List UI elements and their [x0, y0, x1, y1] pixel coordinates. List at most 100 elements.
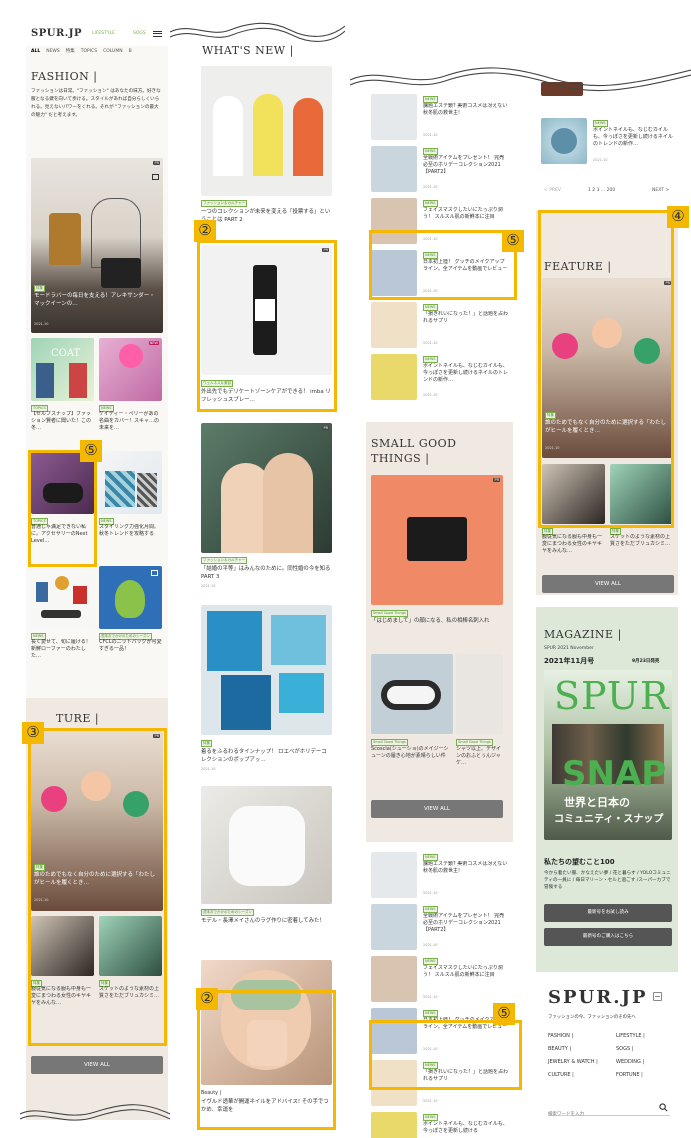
news-image-1[interactable] — [201, 66, 332, 196]
news-image-5[interactable] — [201, 786, 332, 904]
beauty-top-item-title[interactable]: 「損きれいになった！」と話題を占われるサプリ — [423, 311, 509, 340]
footer-link-fortune[interactable]: FORTUNE | — [616, 1072, 643, 1078]
footer-search — [548, 1100, 670, 1122]
footer-link-beauty[interactable]: BEAUTY | — [548, 1046, 571, 1052]
news-image-6[interactable] — [201, 960, 332, 1085]
sg-image-2[interactable] — [371, 654, 453, 734]
feature-card-image-1[interactable] — [542, 464, 605, 524]
sg-image-3[interactable] — [456, 654, 503, 734]
beauty-bottom-item-title[interactable]: ポイントネイルも、なじむカイルも、今っぽさを更新し続ける — [423, 1121, 509, 1138]
news-title-1[interactable]: 一つのコレクションが未来を変える「投票する」ということは PART 2 — [201, 208, 332, 226]
feature-card-image-2[interactable] — [99, 916, 162, 976]
nav-sogs[interactable]: SOGS — [133, 31, 146, 36]
sg-view-all-button[interactable]: VIEW ALL — [371, 800, 503, 818]
beauty-bottom-item-title[interactable]: 全戦術アイテムをプレゼント！ 完売必至のホリデーコレクション2021 【PART… — [423, 913, 509, 942]
feature-card-image-2[interactable] — [610, 464, 673, 524]
news-image-4[interactable] — [201, 605, 332, 735]
news-image-2[interactable]: PR — [201, 245, 332, 375]
news-title-6[interactable]: イヴルド透華が開運ネイルをアドバイス! その手でつかめ、幸運を — [201, 1098, 332, 1116]
beauty-top-item-thumb[interactable] — [371, 250, 417, 296]
tab-topics[interactable]: TOPICS — [81, 49, 97, 54]
tab-all[interactable]: ALL — [31, 49, 40, 54]
pager-pages[interactable]: 1 2 3 ... 200 — [588, 188, 615, 193]
beauty-top-item-title[interactable]: フェイスマスクしたいにたっぷり潤う！ スルスル肌の新鮮本に注目 — [423, 207, 509, 236]
sg-title-3[interactable]: シャツ以上、デザインのおふとぅんジャケ… — [456, 746, 503, 773]
beauty-top-item-title[interactable]: 全戦術アイテムをプレゼント！ 完売必至のホリデーコレクション2021 【PART… — [423, 155, 509, 184]
feature-card-title-2[interactable]: スケットのような素材の上質さをただブリュカシミ… — [99, 986, 162, 1013]
beauty-bottom-item-title[interactable]: 「損きれいになった！」と話題を占われるサプリ — [423, 1069, 509, 1098]
beauty-top-item-thumb[interactable] — [371, 302, 417, 348]
feature-card-title-1[interactable]: 服従気になる服も中身も一変にまつわる女性のキヤキヤをみんな… — [542, 534, 605, 561]
menu-icon[interactable] — [153, 31, 162, 37]
top-item-title[interactable]: ポイントネイルも、なじむカイルも、今っぽさを更新し続けるネイルのトレンドの新作… — [593, 127, 675, 157]
feature-caption[interactable]: 誰のためでもなく自分のために選択する「わたしがヒールを履くとき… — [34, 871, 158, 887]
footer-logo[interactable]: SPUR.JP — [548, 987, 648, 1008]
footer-search-input[interactable] — [548, 1107, 648, 1122]
beauty-bottom-item-title[interactable]: 課題エステ鎖? 美術コスメは冴えない秋冬肌の救世主! — [423, 861, 509, 890]
footer-link-jewelry[interactable]: JEWELRY & WATCH | — [548, 1059, 598, 1065]
beauty-top-item-title[interactable]: 課題エステ鎖? 美術コスメは冴えない秋冬肌の救世主! — [423, 103, 509, 132]
footer-link-sogs[interactable]: SOGS | — [616, 1046, 633, 1052]
card-image-1[interactable]: COAT — [31, 338, 94, 401]
card-image-4[interactable] — [99, 451, 162, 514]
tab-column[interactable]: COLUMN — [103, 49, 123, 54]
nav-lifestyle[interactable]: LIFESTYLE — [92, 31, 115, 36]
card-title-5[interactable]: 長く愛せて、旬に履ける！ 新鮮ローファーのわたした… — [31, 639, 94, 666]
footer-link-fashion[interactable]: FASHION | — [548, 1033, 573, 1039]
card-image-6[interactable] — [99, 566, 162, 629]
sg-image-1[interactable]: PR — [371, 475, 503, 605]
hero-title[interactable]: モードラバーの毎日を支える！アレキサンダー・マックイーンの… — [34, 292, 158, 308]
footer-link-culture[interactable]: CULTURE | — [548, 1072, 574, 1078]
beauty-bottom-item-thumb[interactable] — [371, 852, 417, 898]
footer-link-wedding[interactable]: WEDDING | — [616, 1059, 644, 1065]
card-image-2[interactable]: NEW — [99, 338, 162, 401]
view-all-button[interactable]: VIEW ALL — [31, 1056, 163, 1074]
pager-prev[interactable]: < PREV — [544, 188, 561, 193]
cart-icon[interactable] — [151, 570, 158, 576]
news-title-2[interactable]: 外出先でもデリケートゾーンケアができる！ imba リフレッシュスプレー… — [201, 388, 332, 406]
beauty-top-item-thumb[interactable] — [371, 146, 417, 192]
news-image-3[interactable]: PR — [201, 423, 332, 553]
tab-news[interactable]: NEWS — [46, 49, 60, 54]
beauty-top-item-thumb[interactable] — [371, 94, 417, 140]
site-logo[interactable]: SPUR.JP — [31, 28, 82, 39]
beauty-bottom-item-thumb[interactable] — [371, 1060, 417, 1106]
beauty-top-item-thumb[interactable] — [371, 354, 417, 400]
news-title-3[interactable]: 「結婚の平等」はみんなのために。同性婚の今を知る PART 3 — [201, 565, 332, 583]
tab-feature[interactable]: 特集 — [66, 49, 75, 54]
card-title-6[interactable]: CFCLのニットバッグが可愛すぎる一品！ — [99, 639, 162, 666]
beauty-bottom-item-thumb[interactable] — [371, 1112, 417, 1138]
card-title-1[interactable]: 【セルフスナップ】ファッション賢者に聞いた！この冬… — [31, 411, 94, 438]
card-title-3[interactable]: 普通じゃ満足できない私に。アクセサリーのNext Level… — [31, 524, 94, 551]
beauty-bottom-item-title[interactable]: フェイスマスクしたいにたっぷり潤う！ スルスル肌の新鮮本に注目 — [423, 965, 509, 994]
beauty-bottom-item-thumb[interactable] — [371, 956, 417, 1002]
feature-card-title-1[interactable]: 服従気になる服も中身も一変にまつわる女性のキヤキヤをみんな… — [31, 986, 94, 1013]
beauty-bottom-item-thumb[interactable] — [371, 1008, 417, 1054]
card-title-4[interactable]: スタイリング力強化月間。秋冬トレンドを攻略する — [99, 524, 162, 551]
beauty-bottom-item-thumb[interactable] — [371, 904, 417, 950]
magazine-cover[interactable]: SPUR SNAP 世界と日本の コミュニティ・スナップ — [544, 670, 672, 840]
card-image-5[interactable] — [31, 566, 94, 629]
beauty-top-item-title[interactable]: 日本初上陸！ グッチのメイクアップライン。全アイテムを動画でレビュー — [423, 259, 509, 288]
collapse-icon[interactable] — [653, 992, 662, 1001]
sg-title-1[interactable]: 「はじめまして」の顔になる、私の相棒名刺入れ — [371, 617, 503, 635]
tab-more[interactable]: B — [129, 49, 132, 54]
card-title-2[interactable]: ケイティー・ペリーがあの名曲をカバー！スキャ…の未来を… — [99, 411, 162, 438]
search-icon[interactable] — [659, 1103, 668, 1112]
sg-title-2[interactable]: Scoscia(シューショ)のメイジーシューンの履き心地が素晴らしい件 — [371, 746, 453, 773]
beauty-top-item-title[interactable]: ポイントネイルも、なじむカイルも、今っぽさを更新し続けるネイルのトレンドの新作… — [423, 363, 509, 392]
cart-icon[interactable] — [152, 174, 159, 180]
beauty-top-item-thumb[interactable] — [371, 198, 417, 244]
feature-caption[interactable]: 誰のためでもなく自分のために選択する「わたしがヒールを履くとき… — [545, 419, 669, 435]
feature-card-image-1[interactable] — [31, 916, 94, 976]
trial-read-button[interactable]: 最新号をお試し読み — [544, 904, 672, 922]
section-title-feature: FEATURE | — [544, 260, 612, 273]
footer-link-lifestyle[interactable]: LIFESTYLE | — [616, 1033, 645, 1039]
news-title-5[interactable]: モデル・長澤メイさんのラグ作りに密着してみた！ — [201, 917, 332, 935]
feature-view-all-button[interactable]: VIEW ALL — [542, 575, 674, 593]
pager-next[interactable]: NEXT > — [652, 188, 669, 193]
feature-card-title-2[interactable]: スケットのような素材の上質さをただブリュカシミ… — [610, 534, 673, 561]
news-title-4[interactable]: 着るをふるわるタインナップ！ ロエベがホリデーコレクションのポップアッ… — [201, 748, 332, 766]
purchase-button[interactable]: 最新号のご購入はこちら — [544, 928, 672, 946]
top-thumb[interactable] — [541, 118, 587, 164]
